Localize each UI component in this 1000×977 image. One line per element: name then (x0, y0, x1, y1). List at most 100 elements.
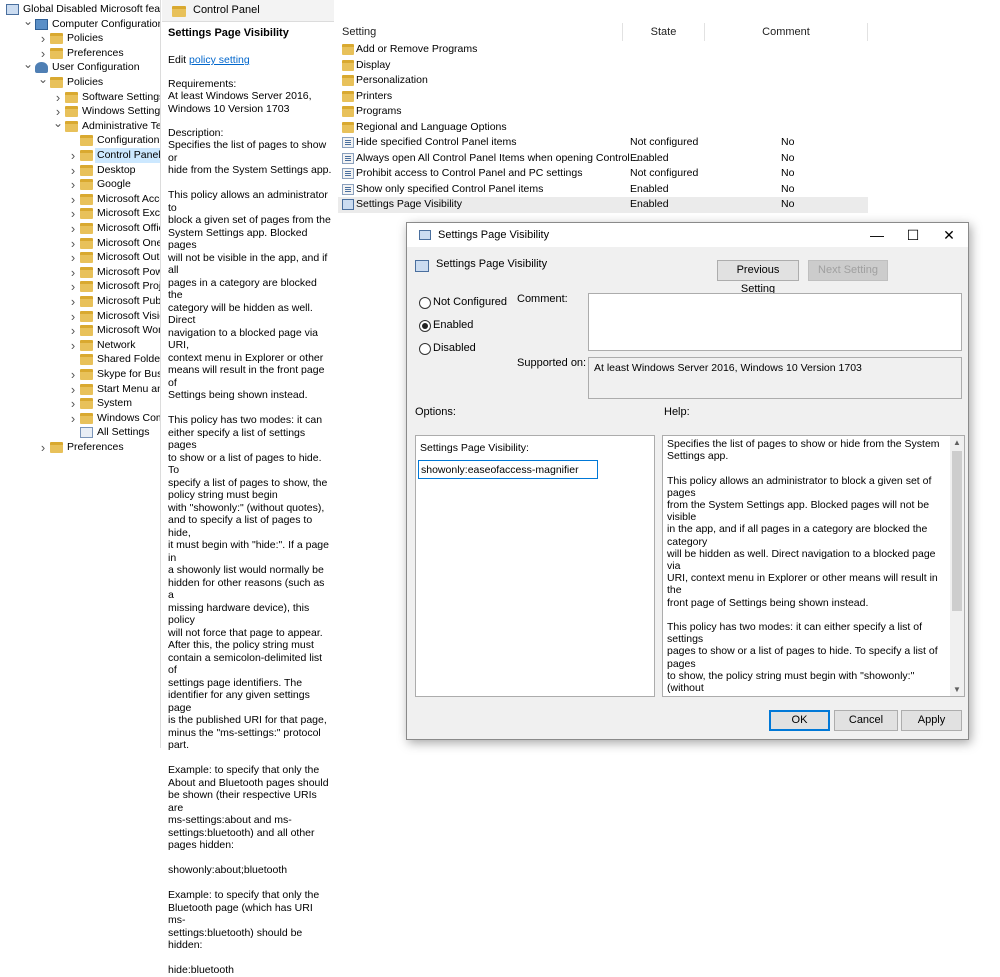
tree-item[interactable]: › Microsoft PowerF (0, 265, 160, 280)
expand-icon[interactable]: › (38, 46, 48, 61)
tree-item[interactable]: ⌄ Administrative Temp (0, 116, 160, 134)
options-label: Options: (415, 406, 456, 418)
tree-item[interactable]: › Windows Settings (0, 104, 160, 119)
tree-item[interactable]: All Settings (0, 425, 160, 440)
radio-enabled[interactable] (419, 320, 431, 332)
expand-icon[interactable]: › (68, 192, 78, 207)
list-folder-row[interactable]: Personalization (338, 73, 868, 89)
tree-item[interactable]: › Software Settings (0, 90, 160, 105)
radio-not-configured-label: Not Configured (433, 296, 507, 308)
collapse-icon[interactable]: ⌄ (23, 57, 33, 72)
list-policy-row[interactable]: Settings Page Visibility Enabled No (338, 197, 868, 213)
help-scrollbar[interactable]: ▲ ▼ (950, 436, 964, 696)
expand-icon[interactable]: › (68, 309, 78, 324)
expand-icon[interactable]: › (68, 338, 78, 353)
tree-item[interactable]: › Microsoft Office (0, 221, 160, 236)
tree-item[interactable]: Configuration M (0, 133, 160, 148)
scroll-down-icon[interactable]: ▼ (953, 685, 961, 694)
expand-icon[interactable]: › (68, 382, 78, 397)
list-policy-row[interactable]: Hide specified Control Panel items Not co… (338, 135, 868, 151)
column-header-setting[interactable]: Setting (336, 23, 623, 41)
expand-icon[interactable]: › (68, 177, 78, 192)
radio-disabled[interactable] (419, 343, 431, 355)
expand-icon[interactable]: › (68, 163, 78, 178)
list-folder-row[interactable]: Display (338, 58, 868, 74)
tree-item-label: Shared Folders (97, 353, 161, 366)
option-field-input[interactable] (418, 460, 598, 479)
tree-item[interactable]: › Microsoft Visio 2 (0, 309, 160, 324)
expand-icon[interactable]: › (68, 279, 78, 294)
tree-item[interactable]: › Start Menu and T (0, 382, 160, 397)
tree-item[interactable]: ⌄ User Configuration (0, 57, 160, 75)
tree-item[interactable]: › Microsoft Access (0, 192, 160, 207)
scrollbar-thumb[interactable] (952, 451, 962, 611)
tree-item[interactable]: › Preferences (0, 440, 160, 455)
tree-item[interactable]: › Skype for Busine (0, 367, 160, 382)
policy-state: Not configured (630, 167, 699, 179)
tree-item[interactable]: › Network (0, 338, 160, 353)
apply-button[interactable]: Apply (901, 710, 962, 731)
dialog-titlebar[interactable]: Settings Page Visibility — ☐ ✕ (407, 223, 968, 247)
tree-item[interactable]: › Microsoft Word 2 (0, 323, 160, 338)
expand-icon[interactable]: › (68, 236, 78, 251)
cancel-button[interactable]: Cancel (834, 710, 898, 731)
tree-item[interactable]: › Desktop (0, 163, 160, 178)
tree-item[interactable]: › Microsoft Project (0, 279, 160, 294)
navigation-tree[interactable]: Global Disabled Microsoft featu ⌄ Computer… (0, 0, 161, 748)
expand-icon[interactable]: › (53, 90, 63, 105)
expand-icon[interactable]: › (68, 396, 78, 411)
tree-item[interactable]: › Windows Compo (0, 411, 160, 426)
expand-icon[interactable]: › (68, 221, 78, 236)
list-folder-row[interactable]: Add or Remove Programs (338, 42, 868, 58)
folder-icon (80, 164, 93, 176)
expand-icon[interactable]: › (68, 265, 78, 280)
edit-policy-link[interactable]: policy setting (189, 54, 250, 66)
expand-icon[interactable]: › (38, 440, 48, 455)
expand-icon[interactable]: › (68, 294, 78, 309)
collapse-icon[interactable]: ⌄ (53, 116, 63, 131)
list-policy-row[interactable]: Show only specified Control Panel items E… (338, 182, 868, 198)
list-folder-row[interactable]: Regional and Language Options (338, 120, 868, 136)
maximize-icon[interactable]: ☐ (895, 223, 931, 247)
tree-item[interactable]: › System (0, 396, 160, 411)
radio-not-configured[interactable] (419, 297, 431, 309)
tree-item[interactable]: › Policies (0, 31, 160, 46)
list-folder-row[interactable]: Programs (338, 104, 868, 120)
column-header-comment[interactable]: Comment (705, 23, 868, 41)
tree-item[interactable]: ⌄ Policies (0, 72, 160, 90)
expand-icon[interactable]: › (68, 250, 78, 265)
expand-icon[interactable]: › (68, 323, 78, 338)
expand-icon[interactable]: › (38, 31, 48, 46)
collapse-icon[interactable]: ⌄ (23, 14, 33, 29)
tree-item[interactable]: › Microsoft Outlo (0, 250, 160, 265)
list-folder-row[interactable]: Printers (338, 89, 868, 105)
tree-item[interactable]: › Microsoft Excel 2 (0, 206, 160, 221)
column-header-state[interactable]: State (623, 23, 705, 41)
expand-icon[interactable]: › (68, 206, 78, 221)
expand-icon[interactable]: › (68, 367, 78, 382)
list-policy-row[interactable]: Always open All Control Panel Items when… (338, 151, 868, 167)
list-policy-row[interactable]: Prohibit access to Control Panel and PC … (338, 166, 868, 182)
tree-item[interactable]: Shared Folders (0, 352, 161, 367)
ok-button[interactable]: OK (769, 710, 830, 731)
next-setting-button[interactable]: Next Setting (808, 260, 888, 281)
tree-item-label: Network (97, 338, 136, 351)
requirements-text: At least Windows Server 2016, Windows 10… (168, 90, 312, 115)
policy-name: Show only specified Control Panel items (356, 182, 544, 195)
minimize-icon[interactable]: — (859, 223, 895, 247)
tree-item[interactable]: ⌄ Computer Configuration (0, 14, 160, 32)
close-icon[interactable]: ✕ (931, 223, 967, 247)
policy-icon (419, 230, 431, 240)
tree-item[interactable]: › Control Panel (0, 148, 160, 163)
previous-setting-button[interactable]: Previous Setting (717, 260, 799, 295)
folder-icon (80, 135, 93, 147)
comment-field[interactable] (588, 293, 962, 351)
expand-icon[interactable]: › (68, 411, 78, 426)
scroll-up-icon[interactable]: ▲ (953, 438, 961, 447)
tree-item[interactable]: › Microsoft OneNo (0, 236, 160, 251)
tree-item[interactable]: › Microsoft Publish (0, 294, 160, 309)
tree-item[interactable]: › Google (0, 177, 160, 192)
settings-list-icon (80, 427, 93, 439)
expand-icon[interactable]: › (68, 148, 78, 163)
collapse-icon[interactable]: ⌄ (38, 72, 48, 87)
